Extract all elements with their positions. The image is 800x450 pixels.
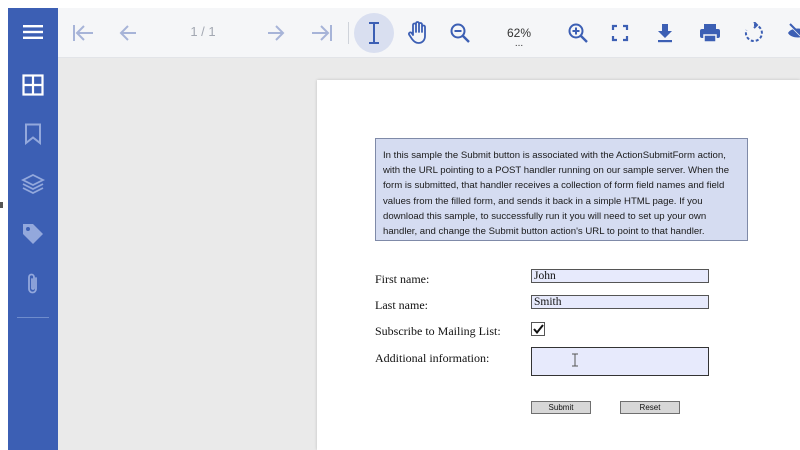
paperclip-icon bbox=[28, 273, 37, 294]
text-select-tool-button[interactable] bbox=[354, 13, 394, 53]
arrow-right-icon bbox=[268, 25, 285, 41]
pdf-page: In this sample the Submit button is asso… bbox=[317, 80, 800, 450]
hamburger-icon bbox=[23, 25, 43, 39]
toolbar-divider bbox=[348, 22, 349, 44]
fullscreen-button[interactable] bbox=[600, 13, 640, 53]
rotate-button[interactable] bbox=[734, 13, 774, 53]
text-cursor-pointer-icon bbox=[572, 353, 578, 367]
toolbar: 1 / 1 62% ... bbox=[58, 8, 800, 58]
submit-button[interactable]: Submit bbox=[531, 401, 591, 414]
checkmark-icon bbox=[532, 324, 544, 334]
sidebar-item-tags[interactable] bbox=[8, 212, 58, 256]
hand-icon bbox=[408, 21, 426, 44]
print-button[interactable] bbox=[690, 13, 730, 53]
download-icon bbox=[658, 24, 672, 43]
left-edge-strip bbox=[0, 0, 8, 450]
sidebar-divider bbox=[17, 317, 49, 318]
grid-icon bbox=[22, 74, 44, 96]
rotate-icon bbox=[744, 22, 763, 42]
visibility-toggle-button[interactable] bbox=[778, 13, 800, 53]
tag-icon bbox=[23, 224, 43, 244]
last-page-button[interactable] bbox=[302, 13, 342, 53]
download-button[interactable] bbox=[645, 13, 685, 53]
page-counter[interactable]: 1 / 1 bbox=[178, 24, 228, 39]
sidebar-item-bookmarks[interactable] bbox=[8, 112, 58, 156]
first-name-field[interactable]: John bbox=[531, 269, 709, 283]
zoom-in-button[interactable] bbox=[558, 13, 598, 53]
sidebar-item-attachments[interactable] bbox=[8, 262, 58, 306]
zoom-out-button[interactable] bbox=[440, 13, 480, 53]
text-cursor-icon bbox=[369, 22, 379, 44]
info-text-box: In this sample the Submit button is asso… bbox=[375, 138, 748, 241]
zoom-out-icon bbox=[450, 23, 470, 43]
eye-off-icon bbox=[788, 23, 800, 38]
sidebar-item-thumbnails[interactable] bbox=[8, 63, 58, 107]
reset-button[interactable]: Reset bbox=[620, 401, 680, 414]
additional-info-field[interactable] bbox=[531, 347, 709, 376]
subscribe-label: Subscribe to Mailing List: bbox=[375, 324, 501, 338]
last-name-field[interactable]: Smith bbox=[531, 295, 709, 309]
document-viewport[interactable]: In this sample the Submit button is asso… bbox=[58, 58, 800, 450]
first-page-button[interactable] bbox=[63, 13, 103, 53]
last-page-icon bbox=[312, 25, 332, 41]
fullscreen-icon bbox=[611, 24, 629, 42]
previous-page-button[interactable] bbox=[108, 13, 148, 53]
layers-icon bbox=[21, 173, 45, 195]
printer-icon bbox=[700, 24, 720, 43]
first-name-label: First name: bbox=[375, 272, 430, 286]
edge-marker bbox=[0, 202, 3, 208]
arrow-left-icon bbox=[119, 25, 136, 41]
last-name-label: Last name: bbox=[375, 298, 428, 312]
bookmark-icon bbox=[25, 123, 41, 145]
sidebar bbox=[8, 8, 58, 450]
sidebar-menu-button[interactable] bbox=[8, 10, 58, 54]
subscribe-checkbox[interactable] bbox=[531, 322, 545, 336]
zoom-in-icon bbox=[568, 23, 588, 43]
additional-info-label: Additional information: bbox=[375, 351, 490, 365]
pdf-viewer-app: 1 / 1 62% ... In this sample the Submit … bbox=[0, 0, 800, 450]
pan-tool-button[interactable] bbox=[398, 13, 438, 53]
zoom-menu-indicator[interactable]: ... bbox=[498, 39, 540, 49]
first-page-icon bbox=[73, 25, 93, 41]
sidebar-item-layers[interactable] bbox=[8, 162, 58, 206]
next-page-button[interactable] bbox=[256, 13, 296, 53]
